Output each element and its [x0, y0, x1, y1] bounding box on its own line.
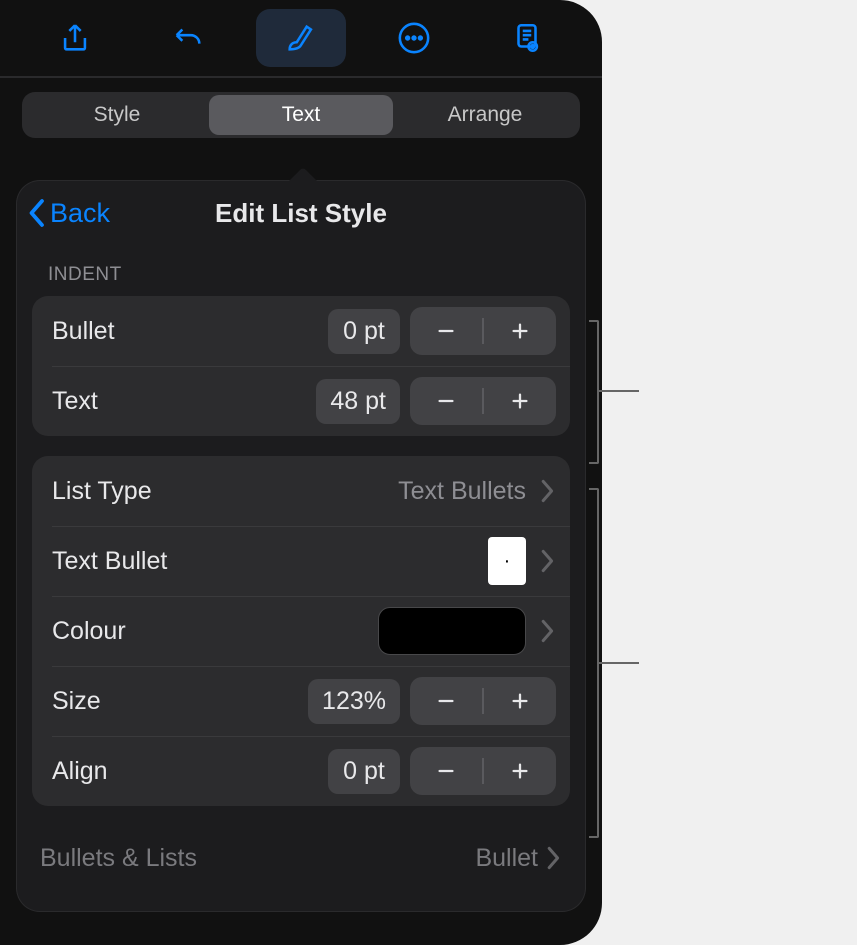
- chevron-right-icon: [540, 549, 556, 573]
- bullet-indent-label: Bullet: [52, 317, 328, 346]
- chevron-left-icon: [26, 198, 46, 228]
- view-button[interactable]: [482, 9, 572, 67]
- plus-icon: [509, 320, 531, 342]
- size-increase[interactable]: [484, 677, 556, 725]
- chevron-right-icon: [546, 846, 562, 870]
- list-type-label: List Type: [52, 477, 398, 506]
- list-settings-group: List Type Text Bullets Text Bullet · Col…: [32, 456, 570, 806]
- colour-label: Colour: [52, 617, 378, 646]
- colour-row[interactable]: Colour: [32, 596, 570, 666]
- callout-line-list: [599, 662, 639, 664]
- text-indent-stepper: [410, 377, 556, 425]
- plus-icon: [509, 690, 531, 712]
- bullets-lists-row[interactable]: Bullets & Lists Bullet: [40, 826, 562, 890]
- tab-arrange[interactable]: Arrange: [393, 95, 577, 135]
- chevron-right-icon: [540, 619, 556, 643]
- bullets-lists-value: Bullet: [475, 844, 562, 873]
- list-type-row[interactable]: List Type Text Bullets: [32, 456, 570, 526]
- doc-view-icon: [510, 21, 544, 55]
- bullet-indent-decrease[interactable]: [410, 307, 482, 355]
- size-stepper: [410, 677, 556, 725]
- align-decrease[interactable]: [410, 747, 482, 795]
- size-value[interactable]: 123%: [308, 679, 400, 724]
- format-button[interactable]: [256, 9, 346, 67]
- share-button[interactable]: [30, 9, 120, 67]
- ellipsis-circle-icon: [397, 21, 431, 55]
- text-indent-increase[interactable]: [484, 377, 556, 425]
- format-tabs: Style Text Arrange: [22, 92, 580, 138]
- card-title: Edit List Style: [215, 198, 387, 229]
- bullet-glyph-preview: ·: [488, 537, 526, 585]
- list-type-value: Text Bullets: [398, 477, 526, 506]
- card-nav: Back Edit List Style: [16, 180, 586, 246]
- share-icon: [58, 21, 92, 55]
- colour-swatch: [378, 607, 526, 655]
- minus-icon: [435, 760, 457, 782]
- text-bullet-row[interactable]: Text Bullet ·: [32, 526, 570, 596]
- back-label: Back: [50, 198, 110, 229]
- align-label: Align: [52, 757, 328, 786]
- callout-line-indent: [599, 390, 639, 392]
- align-value[interactable]: 0 pt: [328, 749, 400, 794]
- size-label: Size: [52, 687, 308, 716]
- back-button[interactable]: Back: [26, 198, 110, 229]
- top-toolbar: [0, 0, 602, 78]
- bullet-indent-value[interactable]: 0 pt: [328, 309, 400, 354]
- bullets-lists-label: Bullets & Lists: [40, 844, 475, 873]
- undo-button[interactable]: [143, 9, 233, 67]
- plus-icon: [509, 760, 531, 782]
- minus-icon: [435, 320, 457, 342]
- indent-header: INDENT: [16, 246, 586, 296]
- paintbrush-icon: [284, 21, 318, 55]
- tab-style[interactable]: Style: [25, 95, 209, 135]
- size-row: Size 123%: [32, 666, 570, 736]
- more-button[interactable]: [369, 9, 459, 67]
- align-increase[interactable]: [484, 747, 556, 795]
- chevron-right-icon: [540, 479, 556, 503]
- undo-icon: [171, 21, 205, 55]
- bullet-indent-row: Bullet 0 pt: [32, 296, 570, 366]
- text-bullet-label: Text Bullet: [52, 547, 488, 576]
- format-panel: Style Text Arrange Back Edit List Style …: [0, 0, 602, 945]
- callout-bracket-list: [589, 488, 599, 838]
- tab-text[interactable]: Text: [209, 95, 393, 135]
- text-indent-row: Text 48 pt: [32, 366, 570, 436]
- bullet-indent-stepper: [410, 307, 556, 355]
- edit-list-style-card: Back Edit List Style INDENT Bullet 0 pt: [16, 180, 586, 912]
- plus-icon: [509, 390, 531, 412]
- text-indent-decrease[interactable]: [410, 377, 482, 425]
- size-decrease[interactable]: [410, 677, 482, 725]
- align-row: Align 0 pt: [32, 736, 570, 806]
- text-indent-value[interactable]: 48 pt: [316, 379, 400, 424]
- align-stepper: [410, 747, 556, 795]
- minus-icon: [435, 390, 457, 412]
- bullet-indent-increase[interactable]: [484, 307, 556, 355]
- minus-icon: [435, 690, 457, 712]
- callout-bracket-indent: [589, 320, 599, 464]
- indent-group: Bullet 0 pt Text 48 pt: [32, 296, 570, 436]
- text-indent-label: Text: [52, 387, 316, 416]
